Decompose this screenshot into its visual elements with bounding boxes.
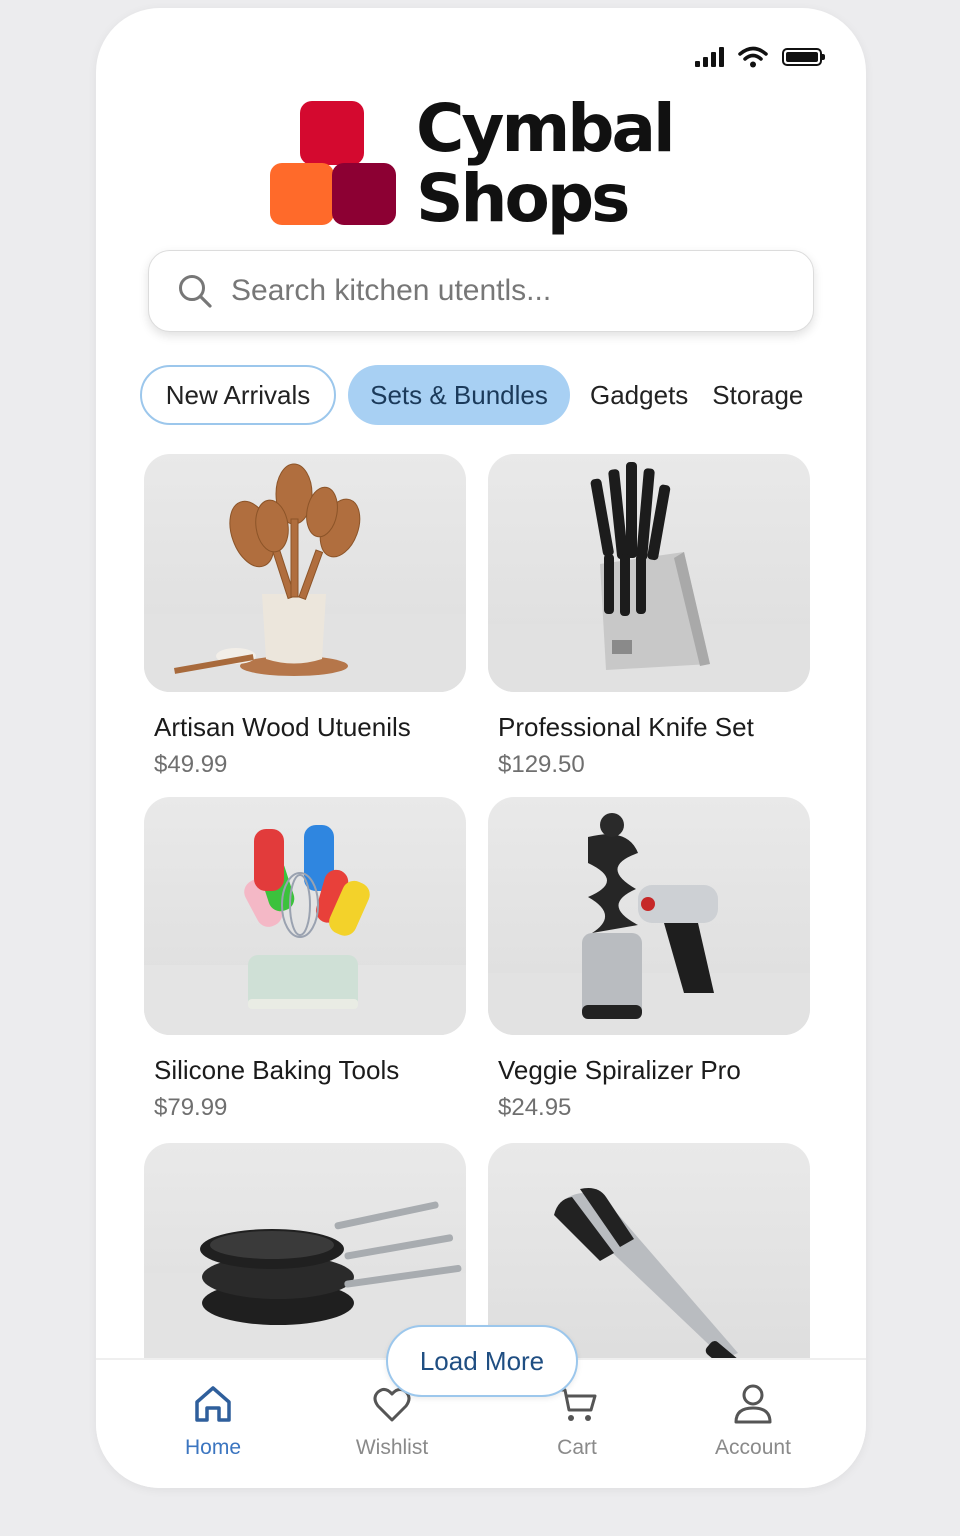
logo-square-maroon bbox=[332, 163, 396, 225]
brand-logo: Cymbal Shops bbox=[270, 90, 676, 237]
search-input[interactable]: Search kitchen utentls... bbox=[148, 250, 814, 332]
phone-screen: Cymbal Shops Search kitchen utentls... N… bbox=[96, 8, 866, 1488]
wooden-spoons-image bbox=[144, 454, 466, 692]
search-placeholder: Search kitchen utentls... bbox=[231, 274, 552, 307]
logo-square-red bbox=[300, 101, 364, 165]
product-card[interactable]: Professional Knife Set $129.50 bbox=[488, 454, 810, 779]
logo-mark bbox=[270, 101, 396, 227]
nav-cart-label: Cart bbox=[557, 1436, 597, 1459]
product-card[interactable]: Silicone Baking Tools $79.99 bbox=[144, 797, 466, 1122]
spiralizer-image bbox=[488, 797, 810, 1035]
product-price: $79.99 bbox=[154, 1094, 228, 1121]
knife-block-image bbox=[488, 454, 810, 692]
category-tabs: New Arrivals Sets & Bundles Gadgets Stor… bbox=[140, 365, 815, 425]
silicone-tools-image bbox=[144, 797, 466, 1035]
nav-account-label: Account bbox=[715, 1436, 791, 1459]
product-price: $24.95 bbox=[498, 1094, 572, 1121]
product-title: Silicone Baking Tools bbox=[154, 1055, 400, 1085]
nav-wishlist-label: Wishlist bbox=[355, 1436, 429, 1459]
product-card[interactable]: Artisan Wood Utuenils $49.99 bbox=[144, 454, 466, 779]
home-icon bbox=[195, 1386, 231, 1422]
tab-sets-bundles[interactable]: Sets & Bundles bbox=[348, 365, 570, 425]
product-title: Veggie Spiralizer Pro bbox=[498, 1055, 741, 1085]
battery-icon bbox=[782, 48, 825, 66]
logo-line-2: Shops bbox=[416, 160, 630, 237]
logo-line-1: Cymbal bbox=[416, 90, 676, 167]
status-bar bbox=[695, 46, 825, 68]
user-icon bbox=[734, 1384, 772, 1424]
load-more-button[interactable]: Load More bbox=[386, 1325, 578, 1397]
nav-home[interactable]: Home bbox=[143, 1382, 283, 1460]
product-card[interactable]: Veggie Spiralizer Pro $24.95 bbox=[488, 797, 810, 1122]
nav-home-label: Home bbox=[184, 1436, 242, 1459]
wifi-icon bbox=[738, 46, 768, 68]
search-icon bbox=[179, 275, 212, 308]
tab-gadgets[interactable]: Gadgets bbox=[578, 365, 700, 425]
product-price: $129.50 bbox=[498, 751, 585, 778]
product-title: Artisan Wood Utuenils bbox=[154, 712, 411, 742]
product-price: $49.99 bbox=[154, 751, 228, 778]
signal-icon bbox=[695, 47, 724, 67]
product-title: Professional Knife Set bbox=[498, 712, 754, 742]
logo-square-orange bbox=[270, 163, 334, 225]
tab-new-arrivals[interactable]: New Arrivals bbox=[140, 365, 336, 425]
tab-storage[interactable]: Storage bbox=[700, 365, 815, 425]
nav-account[interactable]: Account bbox=[683, 1382, 823, 1460]
logo-wordmark: Cymbal Shops bbox=[416, 90, 676, 237]
